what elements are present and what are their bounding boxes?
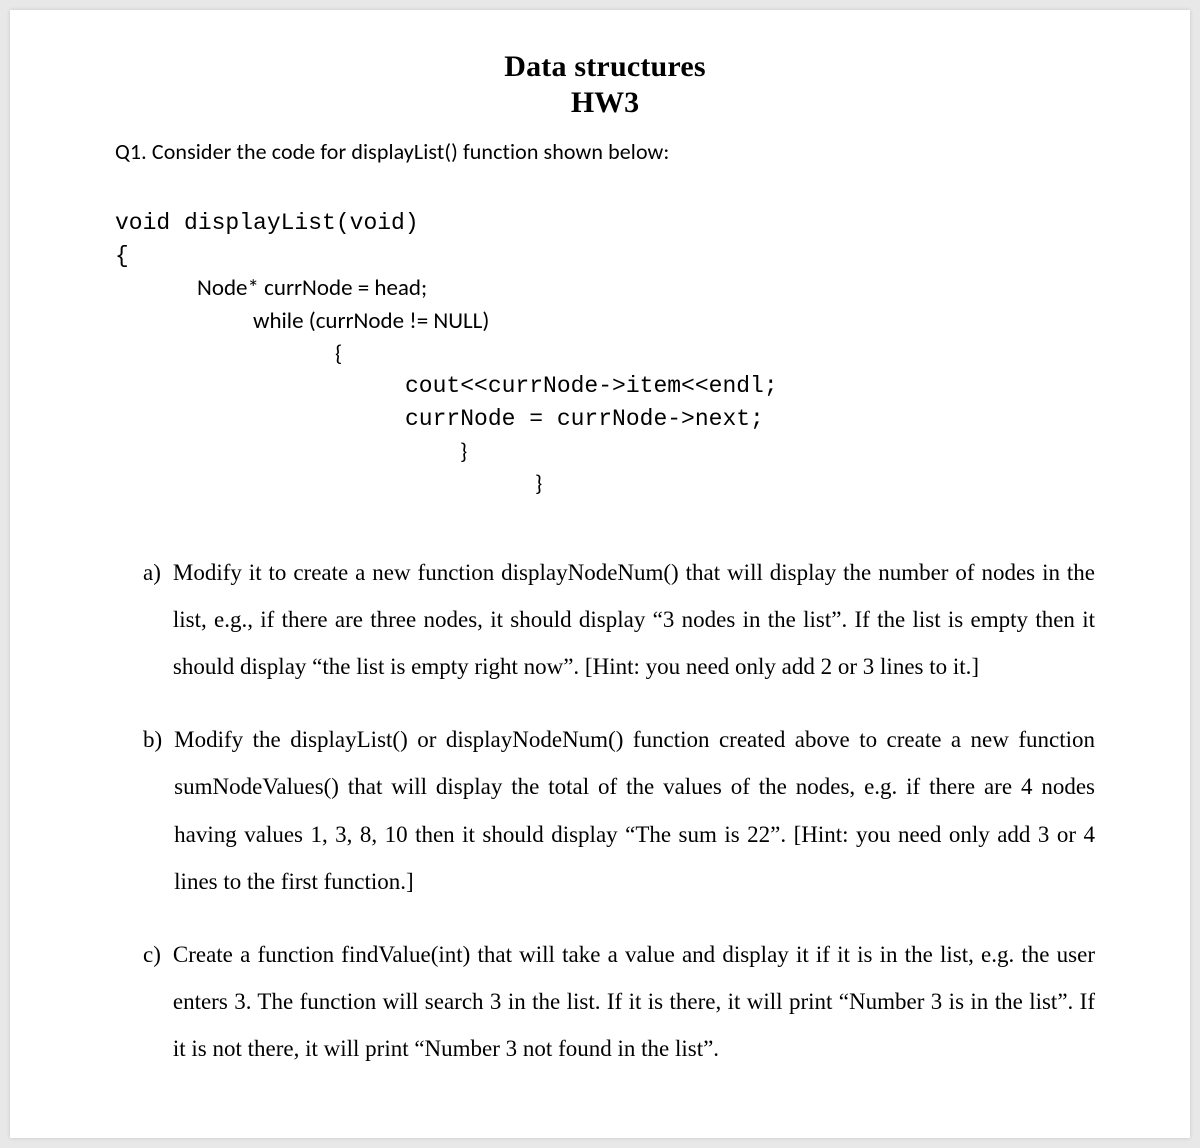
question-item-c: c) Create a function findValue(int) that…	[115, 931, 1095, 1072]
code-line: cout<<currNode->item<<endl;	[405, 370, 1095, 403]
question-item-a: a) Modify it to create a new function di…	[115, 549, 1095, 690]
question-marker: c)	[115, 931, 173, 1072]
code-line: {	[335, 338, 1095, 371]
document-title: Data structures	[115, 50, 1095, 84]
code-line: Node* currNode = head;	[197, 272, 1095, 305]
question-text: Modify it to create a new function displ…	[173, 549, 1095, 690]
code-line: }	[460, 436, 1095, 469]
document-subtitle: HW3	[115, 86, 1095, 120]
question-marker: b)	[115, 716, 174, 905]
code-line: while (currNode != NULL)	[253, 305, 1095, 338]
code-line: void displayList(void)	[115, 207, 1095, 240]
code-line: currNode = currNode->next;	[405, 403, 1095, 436]
code-block: void displayList(void) { Node* currNode …	[115, 207, 1095, 501]
question-marker: a)	[115, 549, 173, 690]
document-page: Data structures HW3 Q1. Consider the cod…	[10, 10, 1190, 1138]
code-line: }	[535, 468, 1095, 501]
code-line: {	[115, 240, 1095, 273]
question-item-b: b) Modify the displayList() or displayNo…	[115, 716, 1095, 905]
question-text: Modify the displayList() or displayNodeN…	[174, 716, 1095, 905]
question-list: a) Modify it to create a new function di…	[115, 549, 1095, 1072]
question-intro: Q1. Consider the code for displayList() …	[115, 138, 1095, 165]
question-text: Create a function findValue(int) that wi…	[173, 931, 1095, 1072]
